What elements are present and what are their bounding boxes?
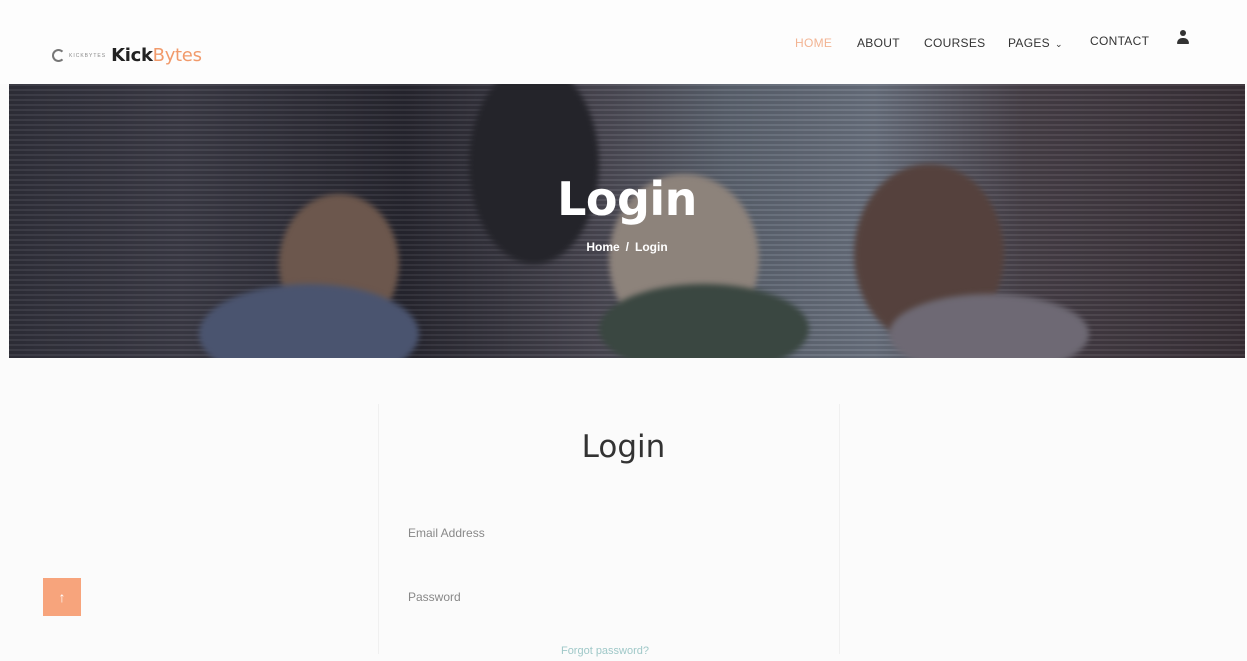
main-nav: HOME ABOUT COURSES PAGES ⌄ CONTACT — [0, 34, 1247, 52]
user-icon-body — [1177, 38, 1189, 44]
breadcrumb: Home / Login — [9, 240, 1245, 254]
password-field[interactable] — [408, 582, 828, 612]
nav-pages[interactable]: PAGES ⌄ — [1008, 36, 1063, 50]
hero-title: Login — [557, 172, 697, 226]
nav-pages-label: PAGES — [1008, 36, 1050, 50]
nav-courses[interactable]: COURSES — [924, 36, 985, 50]
user-icon-head — [1180, 30, 1186, 36]
hero-banner: Login Home / Login — [9, 84, 1245, 358]
breadcrumb-home[interactable]: Home — [586, 240, 619, 254]
user-icon[interactable] — [1176, 30, 1190, 46]
nav-about[interactable]: ABOUT — [857, 36, 900, 50]
back-to-top-button[interactable]: ↑ — [43, 578, 81, 616]
forgot-password-link[interactable]: Forgot password? — [0, 645, 1210, 657]
logo-tagline: KICKBYTES — [69, 52, 107, 59]
nav-contact[interactable]: CONTACT — [1090, 34, 1149, 48]
chevron-down-icon: ⌄ — [1054, 39, 1063, 49]
arrow-up-icon: ↑ — [58, 589, 66, 605]
breadcrumb-current: Login — [635, 240, 668, 254]
breadcrumb-separator: / — [625, 240, 630, 254]
nav-home[interactable]: HOME — [795, 36, 832, 50]
email-field[interactable] — [408, 518, 828, 548]
navbar: KICKBYTES KickBytes HOME ABOUT COURSES P… — [0, 0, 1247, 84]
login-title: Login — [581, 429, 666, 465]
